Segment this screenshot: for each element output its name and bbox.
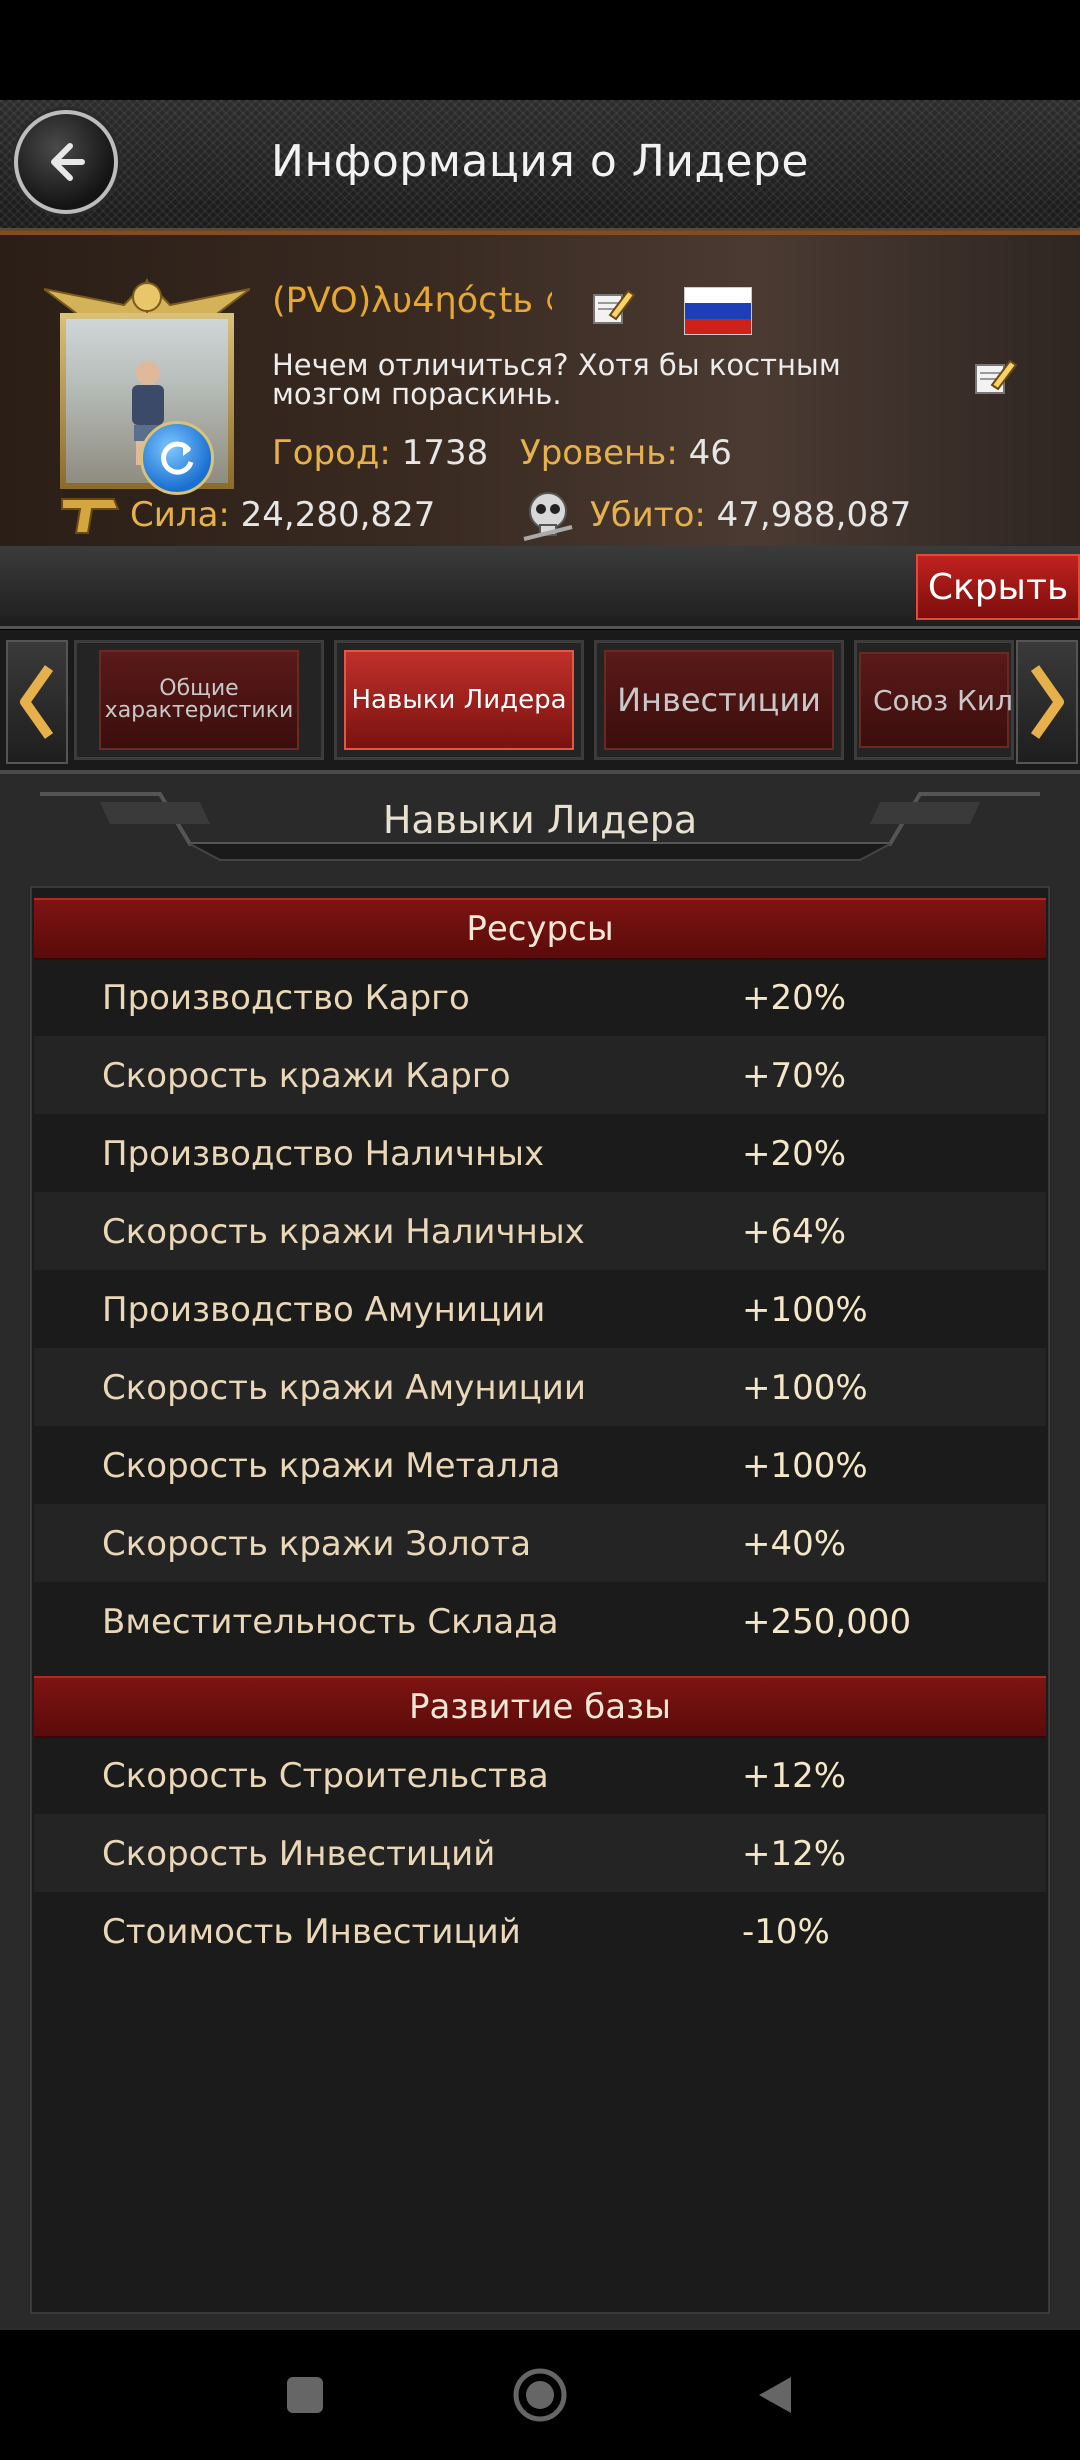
list-item: Производство Амуниции +100% bbox=[34, 1270, 1046, 1348]
skill-label: Скорость Строительства bbox=[102, 1756, 549, 1796]
hide-button[interactable]: Скрыть bbox=[916, 554, 1080, 620]
skills-panel: Навыки Лидера Ресурсы Производство Карго… bbox=[0, 774, 1080, 2330]
kills-label: Убито: bbox=[590, 495, 706, 535]
skill-label: Вместительность Склада bbox=[102, 1602, 559, 1642]
skill-value: +40% bbox=[742, 1524, 847, 1564]
power-stat: Сила: 24,280,827 bbox=[130, 495, 435, 535]
city-value: 1738 bbox=[401, 433, 489, 473]
flag-stripe-white bbox=[685, 288, 751, 304]
skill-value: +70% bbox=[742, 1056, 847, 1096]
skill-label: Производство Амуниции bbox=[102, 1290, 546, 1330]
list-item: Скорость кражи Амуниции +100% bbox=[34, 1348, 1046, 1426]
system-nav-bar bbox=[0, 2330, 1080, 2460]
skill-label: Скорость кражи Наличных bbox=[102, 1212, 585, 1252]
skill-value: -10% bbox=[742, 1912, 830, 1952]
power-label: Сила: bbox=[130, 495, 230, 535]
skill-label: Производство Наличных bbox=[102, 1134, 545, 1174]
tab-general[interactable]: Общие характеристики bbox=[74, 640, 324, 760]
tab-alliance[interactable]: Союз Килл bbox=[854, 640, 1014, 760]
skill-label: Стоимость Инвестиций bbox=[102, 1912, 521, 1952]
list-item: Скорость кражи Золота +40% bbox=[34, 1504, 1046, 1582]
section-header: Навыки Лидера bbox=[40, 784, 1040, 864]
city-stat: Город: 1738 bbox=[272, 433, 488, 473]
edit-name-icon[interactable] bbox=[588, 285, 636, 329]
tab-leader-skills-label: Навыки Лидера bbox=[344, 650, 574, 750]
skill-value: +100% bbox=[742, 1290, 868, 1330]
skill-label: Скорость кражи Амуниции bbox=[102, 1368, 586, 1408]
list-item: Скорость Инвестиций +12% bbox=[34, 1814, 1046, 1892]
skill-value: +20% bbox=[742, 978, 847, 1018]
list-item: Производство Карго +20% bbox=[34, 958, 1046, 1036]
level-value: 46 bbox=[688, 433, 732, 473]
group-header-base-development: Развитие базы bbox=[34, 1676, 1046, 1738]
tab-investments[interactable]: Инвестиции bbox=[594, 640, 844, 760]
skill-value: +12% bbox=[742, 1834, 847, 1874]
group-header-resources: Ресурсы bbox=[34, 898, 1046, 960]
skill-label: Скорость Инвестиций bbox=[102, 1834, 496, 1874]
skill-label: Скорость кражи Карго bbox=[102, 1056, 511, 1096]
power-value: 24,280,827 bbox=[240, 495, 436, 535]
tab-bar: Общие характеристики Навыки Лидера Инвес… bbox=[0, 630, 1080, 774]
recent-apps-button[interactable] bbox=[275, 2365, 335, 2425]
flag-stripe-blue bbox=[685, 303, 751, 319]
skill-value: +100% bbox=[742, 1446, 868, 1486]
level-label: Уровень: bbox=[520, 433, 678, 473]
tab-alliance-label: Союз Килл bbox=[859, 652, 1011, 748]
player-motto: Нечем отличиться? Хотя бы костным мозгом… bbox=[272, 348, 841, 411]
kills-value: 47,988,087 bbox=[716, 495, 912, 535]
home-button[interactable] bbox=[510, 2365, 570, 2425]
skills-list: Ресурсы Производство Карго +20% Скорость… bbox=[30, 886, 1050, 2314]
top-bar: Информация о Лидере bbox=[0, 100, 1080, 231]
gun-icon bbox=[61, 498, 120, 534]
section-title: Навыки Лидера bbox=[382, 798, 698, 842]
skill-label: Производство Карго bbox=[102, 978, 470, 1018]
flag-stripe-red bbox=[685, 318, 751, 334]
hide-bar: Скрыть bbox=[0, 546, 1080, 629]
list-item: Стоимость Инвестиций -10% bbox=[34, 1892, 1046, 1970]
edit-motto-icon[interactable] bbox=[970, 355, 1018, 399]
refresh-icon[interactable] bbox=[140, 421, 214, 495]
tabs-prev-button[interactable] bbox=[6, 640, 68, 764]
flag-icon bbox=[684, 287, 752, 335]
square-icon bbox=[287, 2377, 323, 2413]
circle-icon bbox=[513, 2368, 567, 2422]
triangle-back-icon bbox=[759, 2377, 791, 2413]
page-title: Информация о Лидере bbox=[271, 136, 809, 187]
skill-value: +12% bbox=[742, 1756, 847, 1796]
skull-icon bbox=[523, 492, 573, 541]
skill-value: +20% bbox=[742, 1134, 847, 1174]
skill-label: Скорость кражи Золота bbox=[102, 1524, 532, 1564]
chevron-left-icon bbox=[20, 665, 54, 739]
tab-investments-label: Инвестиции bbox=[604, 650, 834, 750]
tab-leader-skills[interactable]: Навыки Лидера bbox=[334, 640, 584, 760]
tabs-next-button[interactable] bbox=[1016, 640, 1078, 764]
skill-label: Скорость кражи Металла bbox=[102, 1446, 561, 1486]
list-item: Вместительность Склада +250,000 bbox=[34, 1582, 1046, 1660]
level-stat: Уровень: 46 bbox=[520, 433, 732, 473]
tab-general-label: Общие характеристики bbox=[99, 650, 299, 750]
list-item: Скорость кражи Карго +70% bbox=[34, 1036, 1046, 1114]
back-nav-button[interactable] bbox=[745, 2365, 805, 2425]
city-label: Город: bbox=[272, 433, 391, 473]
chevron-right-icon bbox=[1030, 665, 1064, 739]
list-item: Скорость Строительства +12% bbox=[34, 1736, 1046, 1814]
list-item: Скорость кражи Наличных +64% bbox=[34, 1192, 1046, 1270]
player-name: (PVO)λυ4ηόςtь ⊛ bbox=[272, 281, 552, 321]
skill-value: +250,000 bbox=[742, 1602, 912, 1642]
skill-value: +64% bbox=[742, 1212, 847, 1252]
list-item: Скорость кражи Металла +100% bbox=[34, 1426, 1046, 1504]
leader-profile: (PVO)λυ4ηόςtь ⊛ Нечем отличиться? Хотя б… bbox=[0, 231, 1080, 550]
list-item: Производство Наличных +20% bbox=[34, 1114, 1046, 1192]
skill-value: +100% bbox=[742, 1368, 868, 1408]
kills-stat: Убито: 47,988,087 bbox=[590, 495, 911, 535]
